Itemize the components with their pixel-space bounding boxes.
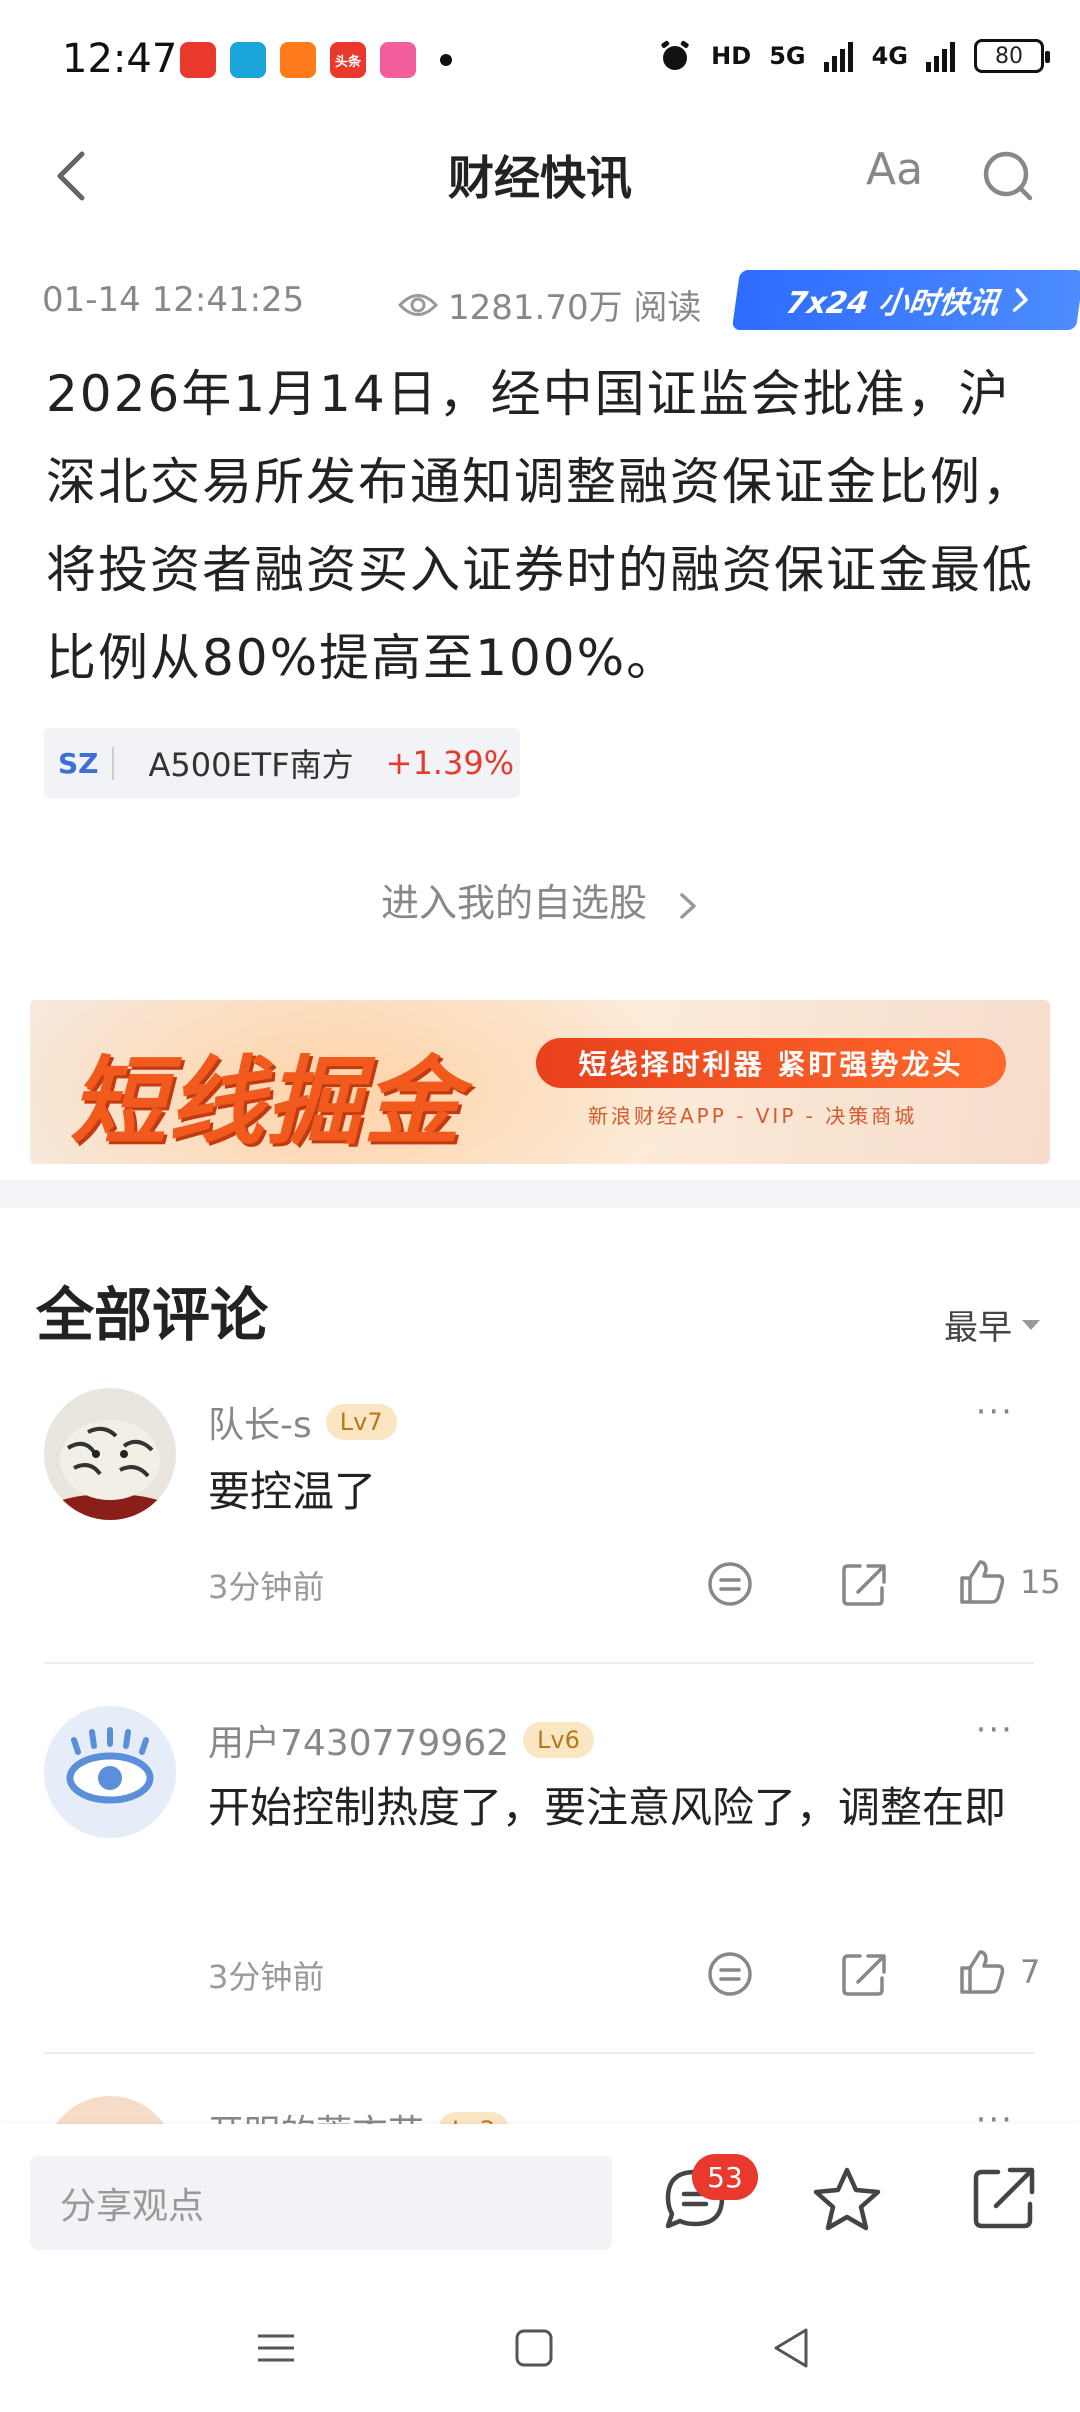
stock-change: +1.39% [385, 744, 515, 782]
like-button[interactable]: 7 [956, 1946, 1040, 1998]
watchlist-link-label: 进入我的自选股 [380, 881, 647, 925]
chevron-right-icon [680, 892, 696, 919]
share-icon[interactable] [838, 1948, 890, 2000]
comment-footer: 3分钟前 15 [208, 1552, 1061, 1612]
share-icon[interactable] [968, 2164, 1038, 2234]
more-options-icon[interactable]: ··· [976, 1392, 1014, 1432]
thumbs-up-icon [960, 1560, 1005, 1604]
comment-item-partial: 开明的蓑衣花 Lv3 ··· [44, 2096, 1034, 2124]
bottom-action-bar: 分享观点 53 [0, 2124, 1080, 2284]
comment-separator [44, 1662, 1034, 1664]
level-badge: Lv6 [523, 1722, 594, 1758]
weibo-eye-avatar-icon [44, 1706, 176, 1838]
more-notifications-dot [440, 54, 452, 66]
watchlist-link[interactable]: 进入我的自选股 [0, 872, 1080, 927]
notification-app-icons: 头条 [180, 42, 452, 78]
status-bar: 12:47 头条 HD 5G 4G 80 [0, 0, 1080, 120]
app-icon-2 [230, 42, 266, 78]
signal-bars-icon [823, 42, 853, 72]
share-opinion-input[interactable]: 分享观点 [30, 2156, 612, 2250]
share-icon[interactable] [838, 1558, 890, 1610]
username-label: 开明的蓑衣花 [208, 2104, 424, 2124]
chevron-right-icon [1013, 288, 1028, 312]
comment-footer: 3分钟前 7 [208, 1942, 1040, 2002]
signal-5g-icon: 5G [769, 42, 806, 70]
search-icon[interactable] [980, 148, 1036, 204]
publish-time: 01-14 12:41:25 [42, 280, 305, 320]
avatar[interactable] [44, 1706, 176, 1838]
reply-icon[interactable] [704, 1948, 756, 2000]
banner-slogan: 短线择时利器 紧盯强势龙头 [536, 1038, 1006, 1088]
section-divider [0, 1180, 1080, 1208]
avatar[interactable] [44, 1388, 176, 1520]
status-time: 12:47 [62, 36, 178, 82]
like-count: 15 [1020, 1563, 1061, 1601]
comment-text: 开始控制热度了，要注意风险了，调整在即 [208, 1783, 1007, 1832]
level-badge: Lv7 [325, 1404, 397, 1440]
level-badge: Lv3 [438, 2112, 509, 2124]
signal-bars-icon-2 [926, 42, 955, 72]
banner-title: 短线掘金 [70, 1046, 462, 1158]
sort-label: 最早 [944, 1308, 1012, 1348]
exchange-label: SZ [58, 746, 115, 780]
alarm-icon [661, 40, 689, 70]
view-count: 1281.70万 阅读 [398, 280, 701, 329]
hd-icon: HD [711, 42, 752, 70]
comment-item: 用户7430779962 Lv6 ··· 开始控制热度了，要注意风险了，调整在即… [44, 1706, 1040, 2006]
avatar[interactable] [44, 2096, 176, 2124]
article-meta: 01-14 12:41:25 1281.70万 阅读 7x24 小时快讯 [42, 270, 1080, 330]
app-icon-5 [380, 42, 416, 78]
live-feed-badge-label: 7x24 小时快讯 [783, 286, 1002, 321]
sort-dropdown[interactable]: 最早 [944, 1300, 1040, 1349]
battery-icon: 80 [974, 39, 1050, 73]
username-label: 用户7430779962 [208, 1723, 510, 1764]
comment-username[interactable]: 用户7430779962 Lv6 [208, 1714, 594, 1766]
menu-icon[interactable] [250, 2322, 302, 2374]
star-icon[interactable] [812, 2164, 882, 2234]
stock-chip[interactable]: SZ A500ETF南方 +1.39% [44, 728, 520, 798]
live-feed-badge[interactable]: 7x24 小时快讯 [731, 270, 1080, 330]
app-icon-3 [280, 42, 316, 78]
tiger-avatar-icon [44, 1388, 176, 1520]
home-icon[interactable] [508, 2322, 560, 2374]
banner-subtitle: 新浪财经APP - VIP - 决策商城 [588, 1104, 918, 1128]
font-size-button[interactable]: Aa [866, 144, 923, 195]
comment-text: 要控温了 [208, 1467, 377, 1516]
comment-item: 队长-s Lv7 ··· 要控温了 3分钟前 15 [44, 1388, 1061, 1628]
eye-icon [398, 293, 438, 316]
reply-icon[interactable] [704, 1558, 756, 1610]
thumbs-up-icon [960, 1950, 1005, 1994]
comments-title: 全部评论 [36, 1281, 269, 1349]
comment-time: 3分钟前 [208, 1958, 325, 1996]
back-icon[interactable] [766, 2322, 818, 2374]
comment-count-badge: 53 [692, 2154, 758, 2200]
view-count-label: 1281.70万 阅读 [448, 288, 702, 328]
status-right-icons: HD 5G 4G 80 [657, 38, 1050, 74]
dropdown-triangle-icon [1022, 1319, 1040, 1330]
system-nav-bar [0, 2284, 1080, 2412]
comment-username[interactable]: 队长-s Lv7 [208, 1396, 397, 1448]
stock-name: A500ETF南方 [148, 746, 354, 784]
like-button[interactable]: 15 [956, 1556, 1061, 1608]
username-label: 队长-s [208, 1405, 312, 1446]
top-header: 财经快讯 Aa [0, 120, 1080, 230]
comment-time: 3分钟前 [208, 1568, 325, 1606]
comment-username[interactable]: 开明的蓑衣花 Lv3 [208, 2104, 509, 2124]
app-icon-1 [180, 42, 216, 78]
signal-4g-icon: 4G [871, 42, 908, 70]
promo-banner[interactable]: 短线掘金 短线择时利器 紧盯强势龙头 新浪财经APP - VIP - 决策商城 [30, 1000, 1050, 1164]
comment-separator [44, 2052, 1034, 2054]
like-count: 7 [1020, 1953, 1041, 1991]
more-options-icon[interactable]: ··· [976, 2100, 1014, 2124]
more-options-icon[interactable]: ··· [976, 1710, 1014, 1750]
app-icon-4: 头条 [330, 42, 366, 78]
article-body: 2026年1月14日，经中国证监会批准，沪深北交易所发布通知调整融资保证金比例，… [46, 365, 1034, 687]
